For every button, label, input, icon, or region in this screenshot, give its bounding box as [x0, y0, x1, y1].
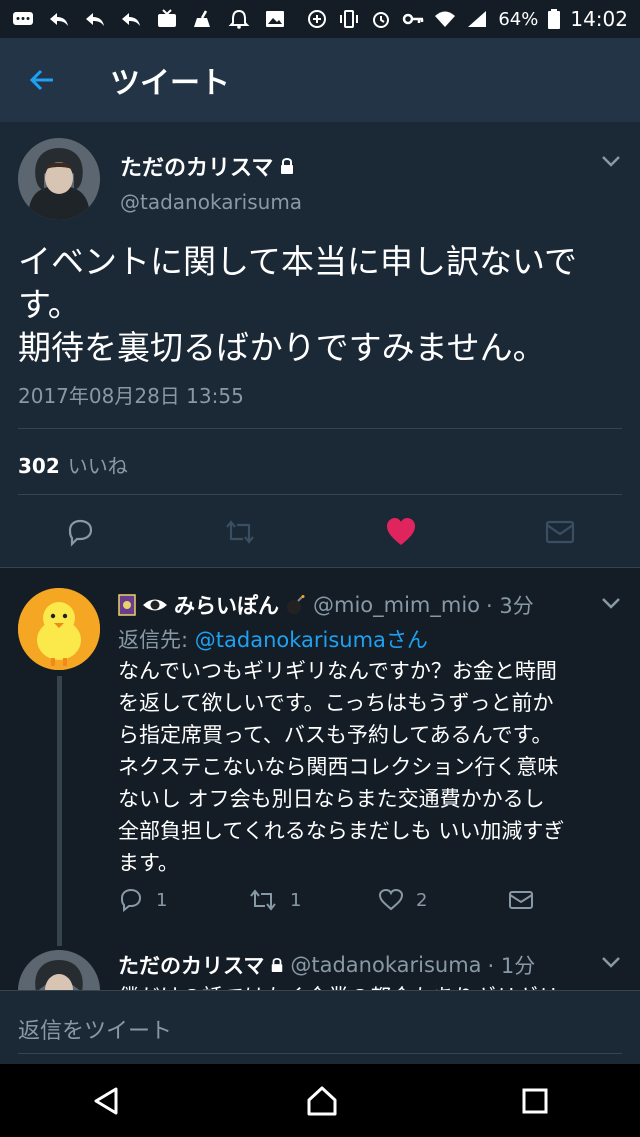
reply-text: 僕だけの話ではなく企業の都合もありギリギリ — [118, 981, 559, 990]
bomb-emoji-icon — [287, 595, 305, 614]
key-icon — [403, 13, 424, 25]
reply-text-line: 全部負担してくれるならまだしも いい加減すぎ — [118, 819, 565, 843]
tweet-actions — [0, 507, 640, 557]
chevron-down-icon[interactable] — [600, 154, 622, 168]
clock: 14:02 — [570, 7, 628, 31]
reply-text-line: ます。 — [118, 851, 179, 875]
likes-summary[interactable]: 302 いいね — [18, 450, 128, 479]
reply-text-line: ネクステこないなら関西コレクション行く意味 — [118, 755, 559, 779]
replying-to: 返信先: @tadanokarisumaさん — [118, 624, 428, 654]
back-arrow-icon — [29, 69, 53, 91]
input-underline — [18, 1053, 622, 1054]
avatar[interactable] — [18, 588, 100, 670]
lock-icon — [281, 158, 294, 174]
tv-icon — [158, 9, 176, 27]
retweet-icon[interactable] — [223, 517, 257, 547]
divider — [18, 428, 622, 429]
user-photo-icon — [18, 950, 100, 990]
likes-label: いいね — [67, 454, 128, 478]
battery-icon — [548, 9, 561, 29]
main-tweet: ただのカリスマ @tadanokarisuma イベントに関して本当に申し訳ない… — [0, 122, 640, 567]
display-name: みらいぽん — [174, 594, 279, 618]
tarot-card-emoji-icon — [118, 594, 136, 616]
reply-header: ただのカリスマ @tadanokarisuma · 1分 — [118, 950, 535, 980]
replying-to-label: 返信先: — [118, 628, 189, 652]
heart-icon — [378, 888, 404, 911]
wifi-icon — [435, 11, 456, 27]
home-icon[interactable] — [305, 1084, 339, 1118]
system-status-icons: 64% 14:02 — [306, 7, 628, 31]
broom-icon — [194, 10, 210, 27]
chevron-down-icon[interactable] — [600, 955, 622, 969]
like-count: 2 — [416, 889, 428, 911]
chevron-down-icon[interactable] — [600, 596, 622, 610]
app-bar: ツイート — [0, 38, 640, 122]
user-handle: @mio_mim_mio — [313, 593, 481, 617]
reply-icon — [120, 888, 142, 912]
reply-input-placeholder[interactable]: 返信をツイート — [18, 1013, 172, 1045]
dm-envelope-icon[interactable] — [544, 517, 576, 547]
avatar[interactable] — [18, 950, 100, 990]
notification-icons — [12, 9, 286, 29]
display-name: ただのカリスマ — [120, 156, 274, 181]
reply-text: なんでいつもギリギリなんですか？お金と時間 を返して欲しいです。こっちはもうずっ… — [118, 655, 626, 879]
back-triangle-icon[interactable] — [90, 1084, 124, 1118]
reply-icon — [122, 13, 140, 26]
page-title: ツイート — [110, 66, 230, 101]
like-button[interactable]: 2 — [378, 888, 508, 912]
data-saver-icon — [308, 10, 327, 28]
divider — [18, 494, 622, 495]
avatar[interactable] — [18, 138, 100, 220]
eye-emoji-icon — [143, 599, 167, 611]
retweet-count: 1 — [290, 889, 302, 911]
tweet-timestamp: 2017年08月28日 13:55 — [18, 384, 244, 408]
user-handle: @tadanokarisuma — [120, 190, 303, 214]
recents-square-icon[interactable] — [520, 1086, 550, 1116]
back-button[interactable] — [0, 38, 84, 122]
envelope-icon — [509, 891, 533, 909]
battery-percent: 64% — [498, 8, 539, 30]
reply-composer[interactable]: 返信をツイート — [0, 990, 640, 1064]
display-name: ただのカリスマ — [118, 954, 265, 978]
tweet-text-line: イベントに関して本当に申し訳ないで — [18, 242, 578, 281]
vibrate-icon — [340, 10, 359, 28]
thread-line — [57, 676, 62, 946]
reply-text-line: なんでいつもギリギリなんですか？お金と時間 — [118, 659, 557, 683]
alarm-icon — [373, 12, 390, 28]
reply-time: · 3分 — [486, 594, 534, 618]
reply-text-line: ないし オフ会も別日ならまた交通費かかるし — [118, 787, 545, 811]
messages-icon — [13, 12, 33, 25]
reply-icon — [86, 13, 104, 26]
signal-icon — [468, 11, 487, 27]
user-handle: @tadanokarisuma — [290, 953, 482, 977]
liked-heart-icon[interactable] — [385, 517, 417, 547]
reply-icon[interactable] — [64, 517, 96, 547]
system-navigation-bar — [0, 1064, 640, 1137]
tweet-author[interactable]: ただのカリスマ @tadanokarisuma — [18, 138, 302, 220]
reply-text-line: ら指定席買って、バスも予約してあるんです。 — [118, 723, 553, 747]
status-bar: 64% 14:02 — [0, 0, 640, 38]
reply-actions: 1 1 2 — [118, 888, 558, 912]
tweet-text-line: 期待を裏切るばかりですみません。 — [18, 328, 546, 367]
reply-icon — [50, 13, 68, 26]
reply-count: 1 — [156, 889, 168, 911]
likes-count: 302 — [18, 454, 60, 478]
dm-button[interactable] — [508, 889, 534, 911]
bell-icon — [228, 9, 250, 29]
reply-header: みらいぽん @mio_mim_mio · 3分 — [118, 590, 534, 620]
chick-avatar-icon — [18, 588, 100, 670]
user-photo-icon — [18, 138, 100, 220]
reply-tweet[interactable]: みらいぽん @mio_mim_mio · 3分 返信先: @tadanokari… — [0, 568, 640, 990]
retweet-button[interactable]: 1 — [248, 888, 378, 912]
reply-text-line: を返して欲しいです。こっちはもうずっと前か — [118, 691, 554, 715]
retweet-icon — [250, 889, 276, 911]
reply-tweet[interactable]: ただのカリスマ @tadanokarisuma · 1分 僕だけの話ではなく企業… — [0, 945, 640, 990]
image-icon — [266, 11, 284, 27]
tweet-text: イベントに関して本当に申し訳ないで す。 期待を裏切るばかりですみません。 — [18, 240, 622, 369]
tweet-text-line: す。 — [18, 285, 81, 324]
reply-time: · 1分 — [487, 954, 536, 978]
reply-button[interactable]: 1 — [118, 888, 248, 912]
lock-icon — [272, 958, 283, 972]
mention-link[interactable]: @tadanokarisumaさん — [195, 628, 428, 652]
